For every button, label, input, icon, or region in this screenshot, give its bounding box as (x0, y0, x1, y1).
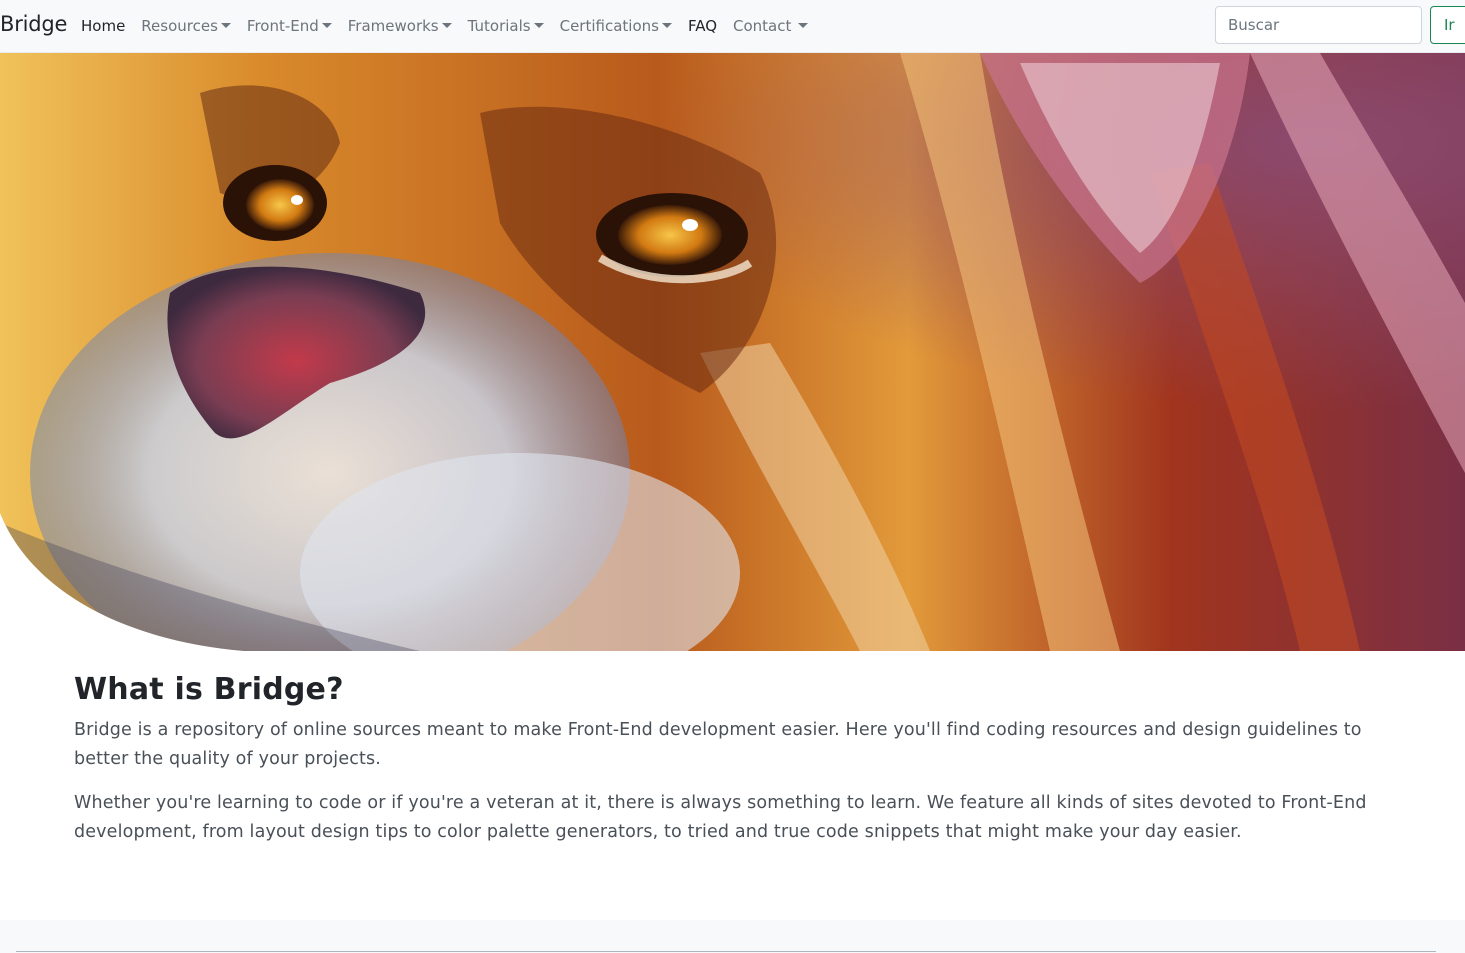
caret-down-icon (661, 22, 672, 28)
details-paragraph: Whether you're learning to code or if yo… (74, 793, 1367, 842)
nav-menu: Home Resources Front-End Frameworks Tuto… (73, 0, 816, 52)
nav-item-contact[interactable]: Contact (725, 0, 816, 52)
about-section: What is Bridge? Bridge is a repository o… (74, 672, 1374, 847)
nav-item-frameworks[interactable]: Frameworks (340, 0, 460, 52)
intro-paragraph: Bridge is a repository of online sources… (74, 720, 1362, 769)
nav-item-faq[interactable]: FAQ (680, 0, 725, 52)
footer-divider (16, 951, 1436, 952)
caret-down-icon (220, 22, 231, 28)
nav-item-front-end[interactable]: Front-End (239, 0, 340, 52)
footer-section (0, 920, 1465, 953)
nav-item-label: FAQ (687, 17, 718, 35)
nav-item-tutorials[interactable]: Tutorials (460, 0, 552, 52)
search-submit-button[interactable]: Ir (1430, 6, 1465, 44)
caret-down-icon (321, 22, 332, 28)
caret-down-icon (441, 22, 452, 28)
nav-item-label: Contact (733, 17, 792, 35)
nav-item-label: Home (81, 17, 126, 35)
caret-down-icon (533, 22, 544, 28)
nav-item-label: Certifications (559, 17, 659, 35)
brand-logo-link[interactable]: Bridge (0, 12, 67, 36)
nav-item-certifications[interactable]: Certifications (552, 0, 680, 52)
caret-down-icon (798, 22, 809, 28)
nav-item-label: Tutorials (467, 17, 531, 35)
nav-item-home[interactable]: Home (73, 0, 133, 52)
nav-item-resources[interactable]: Resources (133, 0, 239, 52)
nav-item-label: Frameworks (347, 17, 439, 35)
hero-lion-image (0, 53, 1465, 651)
hero-banner (0, 53, 1465, 651)
section-heading: What is Bridge? (74, 672, 344, 707)
top-navbar: Bridge Home Resources Front-End Framewor… (0, 0, 1465, 53)
nav-item-label: Resources (141, 17, 218, 35)
nav-item-label: Front-End (246, 17, 319, 35)
search-input[interactable] (1215, 6, 1422, 44)
